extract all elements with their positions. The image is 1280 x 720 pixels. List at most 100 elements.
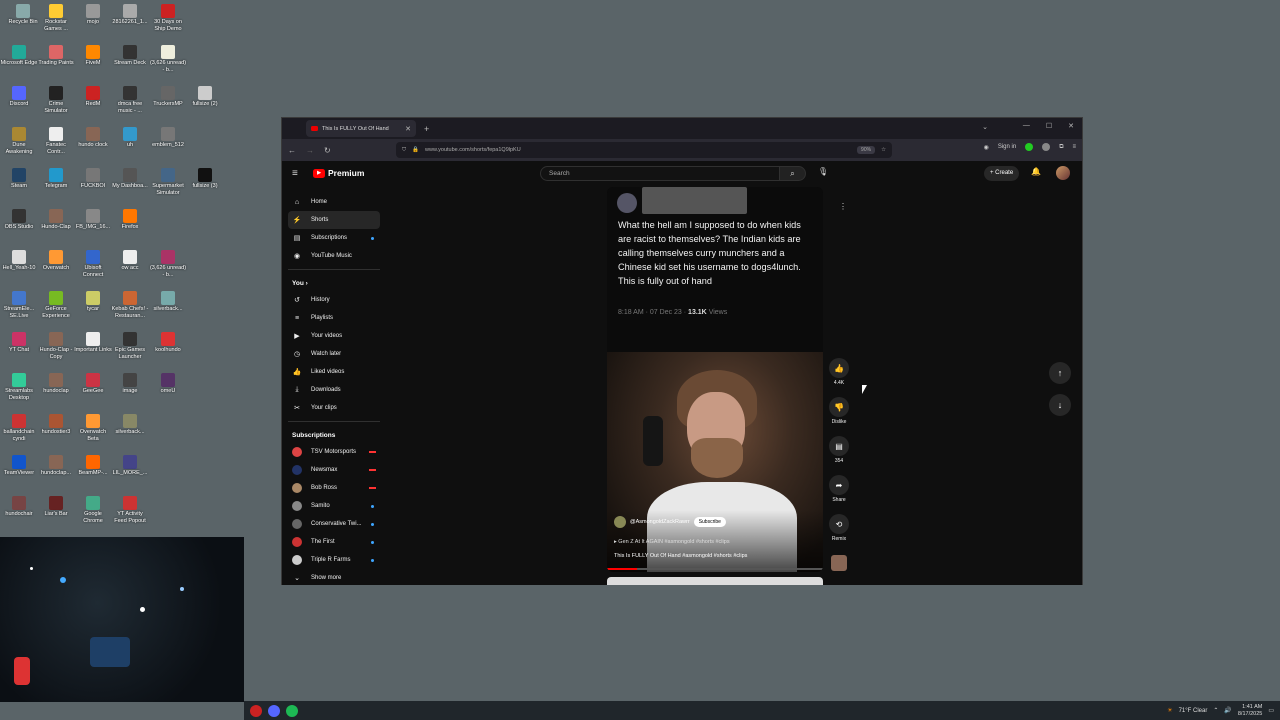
bell-icon[interactable]: 🔔 <box>1031 167 1041 176</box>
minimize-icon[interactable]: — <box>1023 122 1030 130</box>
sidebar-item-your-videos[interactable]: ▶ Your videos <box>288 327 380 345</box>
like-button[interactable]: 👍 <box>829 358 849 378</box>
desktop-icon[interactable]: hundoclap <box>37 373 75 395</box>
url-text[interactable]: www.youtube.com/shorts/fepa1Q9lpKU <box>425 147 521 153</box>
search-input[interactable]: Search <box>540 166 780 181</box>
desktop-icon[interactable]: Crime Simulator <box>37 86 75 114</box>
sidebar-subscription[interactable]: Samito <box>288 497 380 515</box>
shield-icon[interactable]: ⛉ <box>402 147 406 154</box>
desktop-icon[interactable]: GeeGee <box>74 373 112 395</box>
desktop-icon[interactable]: Liar's Bar <box>37 496 75 518</box>
desktop-icon[interactable]: Hundo-Clap <box>37 209 75 231</box>
desktop-icon[interactable]: dmca free music - ... <box>111 86 149 114</box>
short-player[interactable]: What the hell am I supposed to do when k… <box>607 187 823 572</box>
desktop-icon[interactable]: My Dashboa... <box>111 168 149 190</box>
desktop-icon[interactable]: Streamlabs Desktop <box>0 373 38 401</box>
desktop-icon[interactable]: Epic Games Launcher <box>111 332 149 360</box>
desktop-icon[interactable]: ow acc <box>111 250 149 272</box>
desktop-icon[interactable]: hundoclap... <box>37 455 75 477</box>
desktop-icon[interactable]: TruckersMP <box>149 86 187 108</box>
desktop-icon[interactable]: LIL_MORE_... <box>111 455 149 477</box>
desktop-icon[interactable]: Kebab Chefs! - Restauran... <box>111 291 149 319</box>
short-title[interactable]: This Is FULLY Out Of Hand #asmongold #sh… <box>614 553 747 559</box>
sound-avatar[interactable] <box>831 555 847 571</box>
weather-text[interactable]: 71°F Clear <box>1179 708 1208 714</box>
desktop-icon[interactable]: Telegram <box>37 168 75 190</box>
desktop-icon[interactable]: Discord <box>0 86 38 108</box>
desktop-icon[interactable]: hundostier3 <box>37 414 75 436</box>
sidebar-subscription[interactable]: The First <box>288 533 380 551</box>
more-options-icon[interactable]: ⋮ <box>839 202 847 211</box>
account-icon[interactable]: ◉ <box>984 144 989 151</box>
next-short-peek[interactable] <box>607 577 823 585</box>
desktop-icon[interactable]: 28162261_1... <box>111 4 149 26</box>
desktop-icon[interactable]: FB_IMG_16... <box>74 209 112 231</box>
desktop-icon[interactable]: Steam <box>0 168 38 190</box>
desktop-icon[interactable]: Hell_Yeah-10 <box>0 250 38 272</box>
new-tab-icon[interactable]: + <box>424 124 429 134</box>
close-tab-icon[interactable]: ✕ <box>405 125 411 133</box>
comments-button[interactable]: ▤ <box>829 436 849 456</box>
taskbar-discord-icon[interactable] <box>268 704 280 717</box>
sidebar-item-history[interactable]: ↺ History <box>288 291 380 309</box>
sidebar-item-downloads[interactable]: ⤓ Downloads <box>288 381 380 399</box>
sidebar-you-header[interactable]: You › <box>288 276 380 291</box>
desktop-icon[interactable]: OBS Studio <box>0 209 38 231</box>
forward-icon[interactable]: → <box>306 146 314 155</box>
desktop-icon[interactable]: Fanatec Contr... <box>37 127 75 155</box>
avatar[interactable] <box>1056 166 1070 180</box>
chevron-down-icon[interactable]: ⌄ <box>982 123 988 131</box>
youtube-logo[interactable]: ▶ Premium <box>313 168 364 178</box>
desktop-icon[interactable]: uh <box>111 127 149 149</box>
short-subtitle-link[interactable]: ▸ Gen Z At It AGAIN #asmongold #shorts #… <box>614 539 730 545</box>
zoom-badge[interactable]: 90% <box>857 146 876 154</box>
taskbar-app-icon[interactable] <box>250 704 262 717</box>
desktop-icon[interactable]: silverback... <box>111 414 149 436</box>
video-frame[interactable]: @AsmongoldZackRawrr Subscribe ▸ Gen Z At… <box>607 352 823 572</box>
extension-icon[interactable] <box>1042 143 1051 151</box>
extension-icon[interactable] <box>1025 143 1034 151</box>
channel-name[interactable]: @AsmongoldZackRawrr <box>630 519 690 525</box>
previous-short-button[interactable]: ↑ <box>1049 362 1071 384</box>
maximize-icon[interactable]: ☐ <box>1046 122 1052 130</box>
sidebar-item-watch-later[interactable]: ◷ Watch later <box>288 345 380 363</box>
sidebar-item-youtube-music[interactable]: ◉ YouTube Music <box>288 247 380 265</box>
microphone-icon[interactable]: 🎙 <box>818 167 828 176</box>
desktop-icon[interactable]: mojo <box>74 4 112 26</box>
next-short-button[interactable]: ↓ <box>1049 394 1071 416</box>
sidebar-subscription[interactable]: Bob Ross <box>288 479 380 497</box>
desktop-icon[interactable]: image <box>111 373 149 395</box>
sidebar-subscription[interactable]: Newsmax <box>288 461 380 479</box>
desktop-icon[interactable]: Dune Awakening <box>0 127 38 155</box>
desktop-icon[interactable]: YT Activity Feed Popout <box>111 496 149 524</box>
bookmark-star-icon[interactable]: ☆ <box>881 147 886 153</box>
extensions-puzzle-icon[interactable]: ⧉ <box>1059 144 1063 151</box>
reload-icon[interactable]: ↻ <box>324 146 331 155</box>
desktop-icon[interactable]: hundo clock <box>74 127 112 149</box>
desktop-icon[interactable]: Ubisoft Connect <box>74 250 112 278</box>
sidebar-item-home[interactable]: ⌂ Home <box>288 193 380 211</box>
desktop-icon[interactable]: FUCKBOI <box>74 168 112 190</box>
desktop-icon[interactable]: GeForce Experience <box>37 291 75 319</box>
desktop-icon[interactable]: emblem_512 <box>149 127 187 149</box>
desktop-icon[interactable]: (3,626 unread) - b... <box>149 45 187 73</box>
desktop-icon[interactable]: TeamViewer <box>0 455 38 477</box>
desktop-icon[interactable]: ballandchain cyndi <box>0 414 38 442</box>
hamburger-menu-icon[interactable]: ≡ <box>292 168 298 179</box>
progress-bar[interactable] <box>607 568 823 570</box>
desktop-icon[interactable]: tycar <box>74 291 112 313</box>
desktop-icon[interactable]: fullsize (2) <box>186 86 224 108</box>
desktop-icon[interactable]: 30 Days on Ship Demo <box>149 4 187 32</box>
desktop-icon[interactable]: Trading Paints <box>37 45 75 67</box>
desktop-icon[interactable]: StreamEle... SE.Live <box>0 291 38 319</box>
tab-active[interactable]: This Is FULLY Out Of Hand ✕ <box>306 120 416 137</box>
menu-icon[interactable]: ≡ <box>1072 144 1076 150</box>
sidebar-item-your-clips[interactable]: ✂ Your clips <box>288 399 380 417</box>
sidebar-subscriptions-header[interactable]: Subscriptions <box>288 428 380 443</box>
desktop-icon[interactable]: RedM <box>74 86 112 108</box>
sidebar-item-liked-videos[interactable]: 👍 Liked videos <box>288 363 380 381</box>
desktop-icon[interactable]: Supermarket Simulator <box>149 168 187 196</box>
sidebar-item-playlists[interactable]: ≡ Playlists <box>288 309 380 327</box>
desktop-icon[interactable]: Overwatch <box>37 250 75 272</box>
clock[interactable]: 1:41 AM 8/17/2025 <box>1238 704 1262 718</box>
